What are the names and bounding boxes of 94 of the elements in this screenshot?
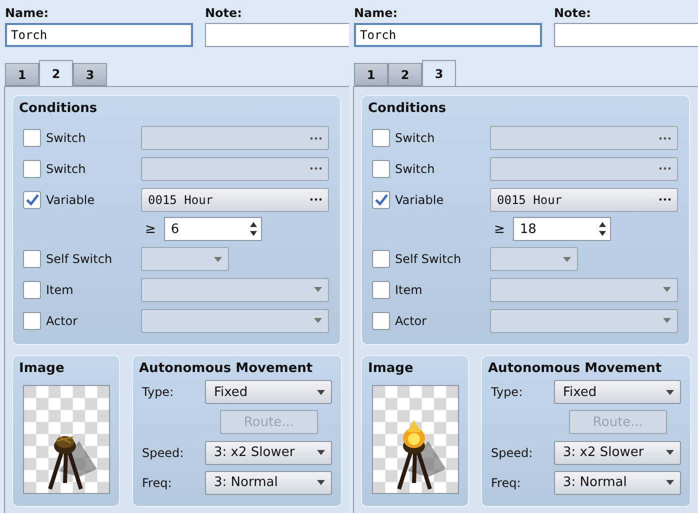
checkbox-label: Switch [395, 131, 436, 146]
checkbox[interactable] [372, 280, 390, 299]
checkbox[interactable] [372, 312, 390, 330]
checkbox[interactable] [372, 129, 390, 148]
caret-icon [314, 318, 322, 324]
variable-picker[interactable] [490, 156, 678, 181]
field-label: Note: [205, 6, 243, 20]
page-tab[interactable]: 2 [39, 60, 73, 86]
checkbox-label: Switch [46, 131, 87, 146]
more-icon [659, 167, 671, 170]
group-title: Conditions [19, 101, 98, 117]
variable-picker[interactable]: 0015 Hour [490, 188, 678, 212]
number-field[interactable]: 18 [512, 217, 611, 242]
checkbox[interactable] [372, 250, 390, 268]
name-field[interactable]: Torch [354, 23, 542, 47]
type-dropdown[interactable]: Fixed [554, 380, 681, 404]
more-icon [310, 136, 322, 140]
caret-icon [214, 256, 222, 262]
checkbox-label: Self Switch [46, 252, 114, 266]
type-dropdown[interactable]: Fixed [205, 380, 332, 404]
checkbox-label: Variable [395, 192, 445, 207]
checkbox[interactable] [23, 129, 41, 148]
variable-picker[interactable]: 0015 Hour [141, 188, 329, 212]
speed-label: Speed: [490, 446, 534, 460]
group-title: Autonomous Movement [139, 361, 313, 377]
group-title: Conditions [368, 101, 446, 117]
checkbox-label: Item [46, 282, 74, 297]
freq-dropdown[interactable]: 3: Normal [205, 470, 332, 495]
caret-icon [317, 390, 325, 395]
caret-icon [666, 390, 674, 395]
page-tab[interactable]: 3 [422, 60, 456, 86]
checkbox[interactable] [23, 250, 41, 268]
note-field[interactable] [205, 23, 349, 47]
group-title: Image [368, 361, 414, 377]
operator-label: ≥ [145, 222, 156, 237]
dropdown[interactable] [490, 247, 578, 272]
checkmark-icon [374, 194, 388, 206]
checkbox[interactable] [23, 190, 41, 209]
spinner-arrows-icon [250, 222, 257, 236]
caret-icon [663, 318, 671, 324]
checkbox[interactable] [23, 312, 41, 330]
field-label: Name: [5, 6, 50, 20]
dropdown[interactable] [141, 278, 329, 302]
freq-label: Freq: [490, 476, 522, 490]
checkmark-icon [26, 194, 38, 206]
page-tab[interactable]: 3 [73, 63, 107, 86]
variable-picker[interactable] [141, 156, 329, 181]
caret-icon [666, 450, 674, 456]
more-icon [659, 198, 671, 202]
freq-label: Freq: [141, 476, 173, 490]
checkbox-label: Variable [46, 192, 96, 207]
more-icon [310, 198, 322, 202]
group-title: Autonomous Movement [488, 361, 662, 377]
checkbox-label: Actor [46, 314, 79, 328]
dropdown[interactable] [141, 247, 229, 272]
checkbox-label: Self Switch [395, 252, 462, 266]
page-tab[interactable]: 1 [5, 63, 39, 86]
field-label: Name: [354, 6, 399, 20]
group-title: Image [19, 361, 64, 377]
variable-picker[interactable] [141, 126, 329, 150]
type-label: Type: [490, 385, 524, 400]
spinner-arrows-icon [598, 222, 606, 236]
number-field[interactable]: 6 [164, 217, 262, 242]
checkbox[interactable] [372, 190, 390, 209]
more-icon [659, 136, 671, 140]
caret-icon [314, 287, 322, 292]
speed-dropdown[interactable]: 3: x2 Slower [554, 440, 681, 465]
dropdown[interactable] [490, 308, 678, 333]
checkbox[interactable] [23, 280, 41, 299]
caret-icon [317, 450, 325, 456]
type-label: Type: [141, 385, 175, 400]
operator-label: ≥ [494, 222, 505, 237]
speed-label: Speed: [141, 446, 185, 460]
note-field[interactable] [554, 23, 698, 47]
checkbox[interactable] [23, 160, 41, 178]
page-tab[interactable]: 1 [354, 63, 388, 86]
dropdown[interactable] [490, 278, 678, 302]
caret-icon [563, 256, 571, 262]
caret-icon [317, 480, 325, 486]
variable-picker[interactable] [490, 126, 678, 150]
field-label: Note: [554, 6, 592, 20]
caret-icon [663, 287, 671, 292]
page-tab[interactable]: 2 [388, 63, 422, 86]
checkbox-label: Switch [395, 162, 436, 176]
checkbox-label: Item [395, 282, 424, 297]
name-field[interactable]: Torch [5, 23, 193, 47]
more-icon [310, 167, 322, 170]
checkbox-label: Actor [395, 314, 428, 328]
checkbox[interactable] [372, 160, 390, 178]
dropdown[interactable] [141, 308, 329, 333]
freq-dropdown[interactable]: 3: Normal [554, 470, 681, 495]
checkbox-label: Switch [46, 162, 87, 176]
speed-dropdown[interactable]: 3: x2 Slower [205, 440, 332, 465]
caret-icon [666, 480, 674, 486]
